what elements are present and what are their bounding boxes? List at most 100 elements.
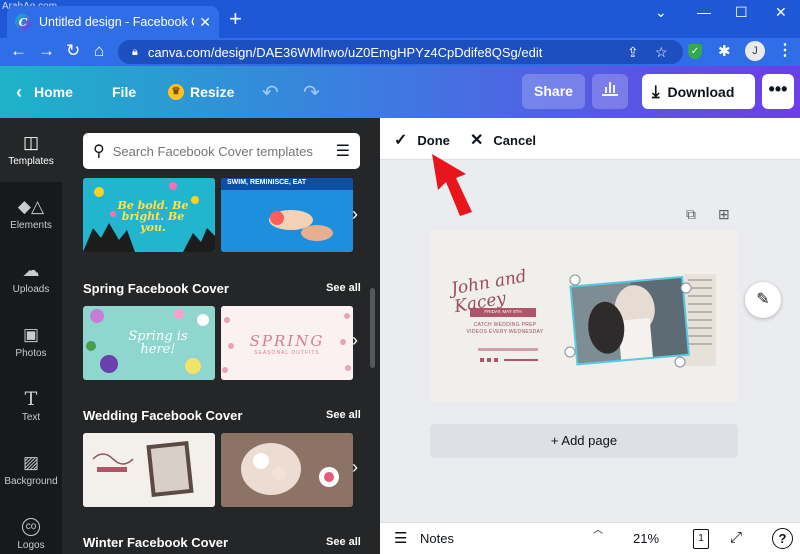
carousel-next-icon[interactable]: › [352,330,358,351]
minimize-icon[interactable]: — [697,4,711,20]
rail-item-background[interactable]: ▨ Background [0,438,62,502]
annotation-arrow-icon [432,154,472,216]
thumb-text: SWIM, REMINISCE, EAT [227,179,307,186]
carousel-next-icon[interactable]: › [352,457,358,478]
browser-tab[interactable]: C Untitled design - Facebook Cover ✕ [7,6,219,38]
side-rail: ◫ Templates ◆△ Elements ☁ Uploads ▣ Phot… [0,118,62,554]
templates-panel: ⚲ ☰ Be bold. Be bright. Be you. SWIM, RE… [62,118,380,554]
editor-header: ‹ Home File ♛ Resize ↶ ↷ Share ⤓ Downloa… [0,66,800,118]
thumb-text: Spring is here! [128,329,188,357]
logos-icon: co [22,517,40,536]
cancel-label: Cancel [493,132,537,148]
download-button[interactable]: ⤓ Download [642,74,755,109]
cancel-button[interactable]: ✕ Cancel [470,130,536,150]
file-menu-button[interactable]: File [112,66,136,118]
share-page-icon[interactable]: ⇪ [627,44,639,61]
design-artboard[interactable]: John and Kacey FRIDAY, MAY 8TH CATCH WED… [430,230,738,402]
chevron-up-icon[interactable]: ︿ [593,521,603,536]
home-icon[interactable]: ⌂ [94,41,104,61]
rail-item-templates[interactable]: ◫ Templates [0,118,62,182]
carousel-next-icon[interactable]: › [352,204,358,225]
new-tab-icon[interactable]: + [229,8,242,30]
fullscreen-icon[interactable]: ⤢ [730,529,742,546]
rail-item-logos[interactable]: co Logos [0,502,62,554]
done-label: Done [417,132,450,148]
page-count[interactable]: 1 [693,529,709,549]
rail-item-text[interactable]: T Text [0,374,62,438]
more-options-button[interactable]: ••• [762,74,794,109]
file-label: File [112,84,137,100]
thumb-text: SPRING [249,332,325,350]
done-button[interactable]: ✓ Done [394,130,450,150]
template-search[interactable]: ⚲ ☰ [83,133,360,169]
resize-button[interactable]: ♛ Resize [168,66,234,118]
add-page-icon[interactable]: ⊞ [718,206,730,223]
bookmark-star-icon[interactable]: ☆ [655,44,668,61]
zoom-level[interactable]: 21% [633,531,659,546]
download-icon: ⤓ [652,81,660,101]
reload-icon[interactable]: ↻ [66,41,80,61]
search-icon: ⚲ [93,143,105,160]
help-button[interactable]: ? [772,528,793,549]
templates-icon: ◫ [22,132,40,152]
insights-chart-icon[interactable] [592,74,628,109]
notes-icon[interactable]: ☰ [394,529,407,547]
tab-close-icon[interactable]: ✕ [199,14,211,31]
browser-tab-bar: ArabAq.com C Untitled design - Facebook … [0,0,800,38]
window-close-icon[interactable]: ✕ [775,4,787,21]
see-all-link[interactable]: See all [326,536,361,548]
notes-button[interactable]: Notes [420,531,454,546]
canva-favicon-icon: C [15,14,31,30]
thumb-subtext: SEASONAL OUTFITS [254,350,320,356]
lock-icon: 🔒︎ [132,45,138,58]
editor-bottom-bar: ︿ ☰ Notes 21% 1 ⤢ ? [380,522,800,554]
tab-search-icon[interactable]: ⌄ [655,4,667,21]
browser-menu-icon[interactable]: ⋮ [777,40,793,60]
add-page-button[interactable]: + Add page [430,424,738,458]
home-button[interactable]: ‹ Home [16,66,73,118]
back-icon[interactable]: ← [10,41,27,61]
home-label: Home [34,84,73,100]
rail-item-uploads[interactable]: ☁ Uploads [0,246,62,310]
undo-icon[interactable]: ↶ [262,80,279,105]
template-thumb-bouquet[interactable] [221,433,353,507]
template-thumb-spring[interactable]: SPRING SEASONAL OUTFITS [221,306,353,380]
text-icon: T [24,387,38,410]
duplicate-page-icon[interactable]: ⧉ [686,206,696,223]
uploads-icon: ☁ [22,260,40,280]
section-title: Winter Facebook Cover [83,535,229,550]
panel-scrollbar[interactable] [370,288,375,368]
elements-icon: ◆△ [17,196,45,216]
rail-item-elements[interactable]: ◆△ Elements [0,182,62,246]
extensions-puzzle-icon[interactable]: ✱ [718,42,731,60]
download-label: Download [667,83,735,100]
share-button[interactable]: Share [522,74,585,109]
chevron-left-icon: ‹ [16,81,22,102]
template-thumb-wedding[interactable] [83,433,215,507]
check-icon: ✓ [394,132,408,149]
search-input[interactable] [112,143,313,159]
maximize-icon[interactable]: ☐ [735,4,748,21]
template-thumb-spring-is-here[interactable]: Spring is here! [83,306,215,380]
see-all-link[interactable]: See all [326,282,361,294]
add-comment-button[interactable]: ✎ [745,282,781,318]
design-tag-text: FRIDAY, MAY 8TH [484,309,522,314]
redo-icon[interactable]: ↷ [303,80,320,105]
thumb-text: Be bold. Be bright. Be you. [117,199,189,234]
design-caption-text: CATCH WEDDING PREP VIDEOS EVERY WEDNESDA… [466,322,544,335]
photos-icon: ▣ [22,324,40,344]
crown-icon: ♛ [168,84,184,100]
filter-sliders-icon[interactable]: ☰ [336,141,350,161]
forward-icon[interactable]: → [38,41,55,61]
close-icon: ✕ [470,132,484,149]
resize-label: Resize [190,84,235,100]
template-thumb-swim[interactable]: SWIM, REMINISCE, EAT [221,178,353,252]
background-icon: ▨ [22,452,40,472]
see-all-link[interactable]: See all [326,409,361,421]
extension-shield-icon[interactable]: ✓ [688,44,702,59]
address-bar[interactable]: 🔒︎ canva.com/design/DAE36WMlrwo/uZ0EmgHP… [118,40,683,64]
template-thumb-be-bold[interactable]: Be bold. Be bright. Be you. [83,178,215,252]
rail-item-photos[interactable]: ▣ Photos [0,310,62,374]
profile-avatar[interactable]: J [745,41,765,61]
tab-title: Untitled design - Facebook Cover [39,15,194,29]
